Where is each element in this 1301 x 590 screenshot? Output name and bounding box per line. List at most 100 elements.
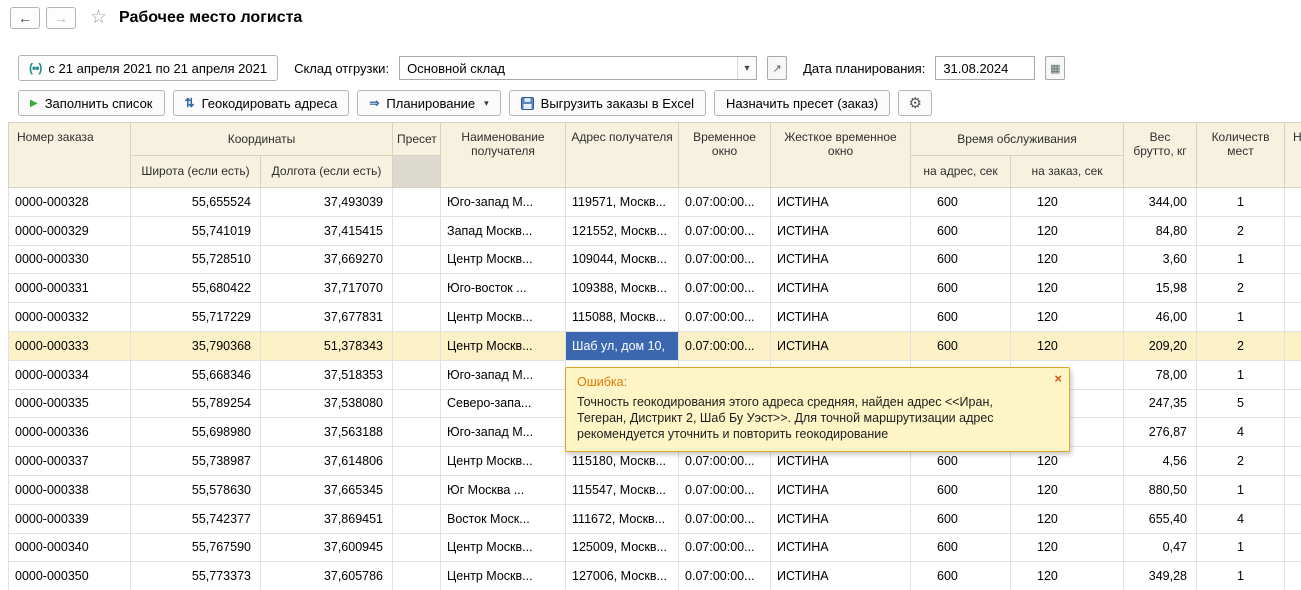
cell-hard[interactable]: ИСТИНА bbox=[771, 188, 911, 217]
table-row[interactable]: 0000-00033255,71722937,677831Центр Москв… bbox=[9, 303, 1301, 332]
cell-name[interactable]: Юго-восток ... bbox=[441, 274, 566, 303]
cell-hard[interactable]: ИСТИНА bbox=[771, 274, 911, 303]
cell-lon[interactable]: 37,563188 bbox=[261, 418, 393, 447]
col-header-hard-time-window[interactable]: Жесткое временное окно bbox=[771, 123, 911, 188]
cell-lon[interactable]: 37,869451 bbox=[261, 504, 393, 533]
cell-places[interactable]: 4 bbox=[1197, 504, 1285, 533]
cell-lat[interactable]: 55,789254 bbox=[131, 389, 261, 418]
cell-lat[interactable]: 55,668346 bbox=[131, 360, 261, 389]
cell-preset[interactable] bbox=[393, 418, 441, 447]
col-header-longitude[interactable]: Долгота (если есть) bbox=[261, 156, 393, 188]
calendar-button[interactable]: ▦ bbox=[1045, 56, 1065, 80]
cell-win[interactable]: 0.07:00:00... bbox=[679, 274, 771, 303]
cell-lat[interactable]: 55,728510 bbox=[131, 245, 261, 274]
table-row[interactable]: 0000-00033055,72851037,669270Центр Москв… bbox=[9, 245, 1301, 274]
cell-t2[interactable]: 120 bbox=[1011, 274, 1124, 303]
cell-name[interactable]: Центр Москв... bbox=[441, 303, 566, 332]
settings-button[interactable]: ⚙ bbox=[898, 90, 932, 116]
cell-lon[interactable]: 37,600945 bbox=[261, 533, 393, 562]
warehouse-dropdown-icon[interactable]: ▾ bbox=[737, 57, 756, 79]
cell-name[interactable]: Юг Москва ... bbox=[441, 475, 566, 504]
table-row[interactable]: 0000-00033155,68042237,717070Юго-восток … bbox=[9, 274, 1301, 303]
table-row[interactable]: 0000-00033955,74237737,869451Восток Моск… bbox=[9, 504, 1301, 533]
close-icon[interactable]: × bbox=[1054, 372, 1062, 385]
cell-preset[interactable] bbox=[393, 274, 441, 303]
cell-lat[interactable]: 55,767590 bbox=[131, 533, 261, 562]
cell-weight[interactable]: 655,40 bbox=[1124, 504, 1197, 533]
cell-preset[interactable] bbox=[393, 447, 441, 476]
cell-next[interactable] bbox=[1285, 360, 1301, 389]
cell-name[interactable]: Центр Москв... bbox=[441, 447, 566, 476]
cell-t1[interactable]: 600 bbox=[911, 331, 1011, 360]
cell-next[interactable] bbox=[1285, 447, 1301, 476]
cell-name[interactable]: Юго-запад М... bbox=[441, 188, 566, 217]
cell-next[interactable] bbox=[1285, 389, 1301, 418]
cell-order[interactable]: 0000-000329 bbox=[9, 216, 131, 245]
cell-weight[interactable]: 880,50 bbox=[1124, 475, 1197, 504]
cell-order[interactable]: 0000-000328 bbox=[9, 188, 131, 217]
cell-lon[interactable]: 51,378343 bbox=[261, 331, 393, 360]
cell-hard[interactable]: ИСТИНА bbox=[771, 504, 911, 533]
cell-t2[interactable]: 120 bbox=[1011, 475, 1124, 504]
cell-order[interactable]: 0000-000331 bbox=[9, 274, 131, 303]
cell-addr[interactable]: 111672, Москв... bbox=[566, 504, 679, 533]
cell-places[interactable]: 1 bbox=[1197, 475, 1285, 504]
cell-lat[interactable]: 55,738987 bbox=[131, 447, 261, 476]
assign-preset-button[interactable]: Назначить пресет (заказ) bbox=[714, 90, 890, 116]
cell-order[interactable]: 0000-000340 bbox=[9, 533, 131, 562]
cell-t1[interactable]: 600 bbox=[911, 504, 1011, 533]
cell-name[interactable]: Центр Москв... bbox=[441, 245, 566, 274]
cell-lon[interactable]: 37,717070 bbox=[261, 274, 393, 303]
planning-date-input[interactable]: 31.08.2024 bbox=[935, 56, 1035, 80]
cell-next[interactable] bbox=[1285, 533, 1301, 562]
cell-lat[interactable]: 55,741019 bbox=[131, 216, 261, 245]
cell-weight[interactable]: 78,00 bbox=[1124, 360, 1197, 389]
fill-list-button[interactable]: ▶ Заполнить список bbox=[18, 90, 165, 116]
cell-places[interactable]: 2 bbox=[1197, 331, 1285, 360]
cell-lon[interactable]: 37,614806 bbox=[261, 447, 393, 476]
cell-win[interactable]: 0.07:00:00... bbox=[679, 245, 771, 274]
cell-weight[interactable]: 209,20 bbox=[1124, 331, 1197, 360]
cell-weight[interactable]: 15,98 bbox=[1124, 274, 1197, 303]
cell-places[interactable]: 1 bbox=[1197, 360, 1285, 389]
cell-t2[interactable]: 120 bbox=[1011, 216, 1124, 245]
cell-name[interactable]: Запад Москв... bbox=[441, 216, 566, 245]
cell-preset[interactable] bbox=[393, 562, 441, 590]
cell-t1[interactable]: 600 bbox=[911, 562, 1011, 590]
cell-win[interactable]: 0.07:00:00... bbox=[679, 475, 771, 504]
cell-lat[interactable]: 55,742377 bbox=[131, 504, 261, 533]
cell-hard[interactable]: ИСТИНА bbox=[771, 216, 911, 245]
cell-places[interactable]: 5 bbox=[1197, 389, 1285, 418]
planning-menu-button[interactable]: ⇒ Планирование ▾ bbox=[357, 90, 500, 116]
cell-hard[interactable]: ИСТИНА bbox=[771, 475, 911, 504]
col-header-latitude[interactable]: Широта (если есть) bbox=[131, 156, 261, 188]
cell-addr[interactable]: 119571, Москв... bbox=[566, 188, 679, 217]
cell-preset[interactable] bbox=[393, 303, 441, 332]
cell-places[interactable]: 1 bbox=[1197, 562, 1285, 590]
col-header-recipient-address[interactable]: Адрес получателя bbox=[566, 123, 679, 188]
cell-t1[interactable]: 600 bbox=[911, 245, 1011, 274]
cell-order[interactable]: 0000-000330 bbox=[9, 245, 131, 274]
cell-order[interactable]: 0000-000338 bbox=[9, 475, 131, 504]
cell-next[interactable] bbox=[1285, 331, 1301, 360]
table-row[interactable]: 0000-00032955,74101937,415415Запад Москв… bbox=[9, 216, 1301, 245]
warehouse-combobox[interactable]: Основной склад ▾ bbox=[399, 56, 757, 80]
cell-next[interactable] bbox=[1285, 303, 1301, 332]
cell-next[interactable] bbox=[1285, 188, 1301, 217]
cell-name[interactable]: Центр Москв... bbox=[441, 533, 566, 562]
col-header-places-count[interactable]: Количеств мест bbox=[1197, 123, 1285, 188]
cell-next[interactable] bbox=[1285, 504, 1301, 533]
cell-places[interactable]: 2 bbox=[1197, 274, 1285, 303]
col-header-service-time[interactable]: Время обслуживания bbox=[911, 123, 1124, 156]
cell-t1[interactable]: 600 bbox=[911, 274, 1011, 303]
cell-next[interactable] bbox=[1285, 418, 1301, 447]
favorite-star-icon[interactable]: ☆ bbox=[90, 6, 107, 29]
cell-name[interactable]: Юго-запад М... bbox=[441, 360, 566, 389]
cell-addr[interactable]: 109044, Москв... bbox=[566, 245, 679, 274]
forward-button[interactable]: → bbox=[46, 7, 76, 29]
cell-next[interactable] bbox=[1285, 475, 1301, 504]
cell-name[interactable]: Центр Москв... bbox=[441, 562, 566, 590]
back-button[interactable]: ← bbox=[10, 7, 40, 29]
cell-weight[interactable]: 0,47 bbox=[1124, 533, 1197, 562]
cell-next[interactable] bbox=[1285, 274, 1301, 303]
